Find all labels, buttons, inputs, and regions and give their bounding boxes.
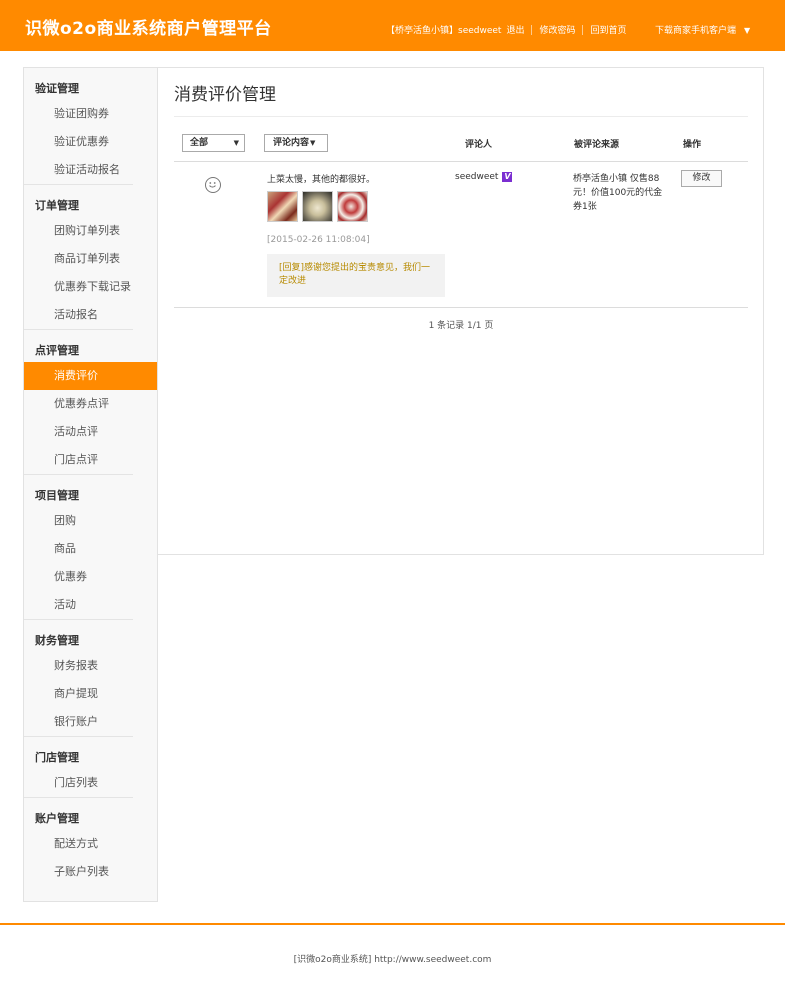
sidebar-item-coupon-downloads[interactable]: 优惠券下载记录 <box>24 273 157 301</box>
review-images <box>267 191 368 222</box>
sidebar-item-finance-report[interactable]: 财务报表 <box>24 652 157 680</box>
review-comment: 上菜太慢，其他的都很好。 <box>267 175 376 185</box>
sidebar-item-group-orders[interactable]: 团购订单列表 <box>24 217 157 245</box>
sidebar-item-products[interactable]: 商品 <box>24 535 157 563</box>
sidebar-item-events[interactable]: 活动 <box>24 591 157 619</box>
sidebar-group-orders: 订单管理 团购订单列表 商品订单列表 优惠券下载记录 活动报名 <box>24 197 133 330</box>
caret-down-icon: ▼ <box>233 139 239 147</box>
sidebar-item-verify-coupon[interactable]: 验证优惠券 <box>24 128 157 156</box>
filter-all-label: 全部 <box>190 138 209 148</box>
page-title: 消费评价管理 <box>174 85 276 105</box>
table-row: 上菜太慢，其他的都很好。 [2015-02-26 11:08:04] [回复]感… <box>174 163 748 308</box>
reviewer-name[interactable]: seedweet <box>455 172 498 182</box>
brand-title: 识微o2o商业系统商户管理平台 <box>25 19 272 39</box>
sidebar-group-projects: 项目管理 团购 商品 优惠券 活动 <box>24 487 133 620</box>
sidebar-group-stores: 门店管理 门店列表 <box>24 749 133 798</box>
shop-name: 【桥亭活鱼小镇】seedweet <box>386 26 502 36</box>
review-source[interactable]: 桥亭活鱼小镇 仅售88元！价值100元的代金券1张 <box>573 172 669 214</box>
edit-button[interactable]: 修改 <box>681 170 722 187</box>
home-link[interactable]: 回到首页 <box>590 23 626 36</box>
sidebar-group-account: 账户管理 配送方式 子账户列表 <box>24 810 133 886</box>
download-app-label: 下载商家手机客户端 <box>655 26 737 36</box>
main-panel: 消费评价管理 全部 ▼ 评论内容▼ 评论人 被评论来源 操作 上菜太慢，其他的都… <box>158 67 764 555</box>
divider <box>582 24 584 35</box>
sidebar-item-verify-group-coupon[interactable]: 验证团购券 <box>24 100 157 128</box>
smile-icon <box>205 177 221 193</box>
pagination: 1 条记录 1/1 页 <box>428 321 494 331</box>
change-password-link[interactable]: 修改密码 <box>539 23 575 36</box>
sidebar-group-verify: 验证管理 验证团购券 验证优惠券 验证活动报名 <box>24 80 133 185</box>
review-photo[interactable] <box>337 191 368 222</box>
sidebar-item-event-signup[interactable]: 活动报名 <box>24 301 157 329</box>
filter-content-label: 评论内容 <box>273 138 310 148</box>
footer-divider <box>0 923 785 925</box>
sidebar-item-bank-account[interactable]: 银行账户 <box>24 708 157 736</box>
divider <box>531 24 533 35</box>
top-links: 【桥亭活鱼小镇】seedweet 退出 修改密码 回到首页 <box>386 23 627 36</box>
sidebar-item-product-orders[interactable]: 商品订单列表 <box>24 245 157 273</box>
sidebar-item-sub-accounts[interactable]: 子账户列表 <box>24 858 157 886</box>
sidebar-group-title: 账户管理 <box>35 812 79 825</box>
sidebar-item-coupons[interactable]: 优惠券 <box>24 563 157 591</box>
sidebar-group-title: 门店管理 <box>35 751 79 764</box>
sidebar-item-store-reviews[interactable]: 门店点评 <box>24 446 157 474</box>
table-header: 全部 ▼ 评论内容▼ 评论人 被评论来源 操作 <box>174 130 748 162</box>
sidebar-group-title: 订单管理 <box>35 199 79 212</box>
sidebar-item-coupon-reviews[interactable]: 优惠券点评 <box>24 390 157 418</box>
sidebar-group-reviews: 点评管理 消费评价 优惠券点评 活动点评 门店点评 <box>24 342 157 475</box>
sidebar-item-store-list[interactable]: 门店列表 <box>24 769 157 797</box>
reviewer: seedweet V <box>455 172 513 182</box>
sidebar-item-group-buy[interactable]: 团购 <box>24 507 157 535</box>
column-header-source: 被评论来源 <box>574 140 620 150</box>
sidebar-group-title: 项目管理 <box>35 489 79 502</box>
review-photo[interactable] <box>302 191 333 222</box>
review-photo[interactable] <box>267 191 298 222</box>
sidebar-group-title: 验证管理 <box>35 82 79 95</box>
top-header: 识微o2o商业系统商户管理平台 【桥亭活鱼小镇】seedweet 退出 修改密码… <box>0 0 785 51</box>
divider <box>174 116 748 117</box>
sidebar-item-consumer-reviews[interactable]: 消费评价 <box>24 362 157 390</box>
caret-down-icon: ▼ <box>744 26 751 35</box>
filter-content-select[interactable]: 评论内容▼ <box>264 134 328 152</box>
sidebar-item-verify-event[interactable]: 验证活动报名 <box>24 156 157 184</box>
sidebar-item-event-reviews[interactable]: 活动点评 <box>24 418 157 446</box>
sidebar-group-finance: 财务管理 财务报表 商户提现 银行账户 <box>24 632 133 737</box>
sidebar-group-title: 点评管理 <box>35 344 79 357</box>
column-header-action: 操作 <box>683 140 702 150</box>
download-app-dropdown[interactable]: 下载商家手机客户端 ▼ <box>655 23 750 36</box>
column-header-reviewer: 评论人 <box>465 140 493 150</box>
review-time: [2015-02-26 11:08:04] <box>267 235 370 245</box>
sidebar: 验证管理 验证团购券 验证优惠券 验证活动报名 订单管理 团购订单列表 商品订单… <box>23 67 158 902</box>
footer-text: [识微o2o商业系统] http://www.seedweet.com <box>293 955 492 965</box>
sidebar-item-delivery[interactable]: 配送方式 <box>24 830 157 858</box>
sidebar-group-title: 财务管理 <box>35 634 79 647</box>
verified-badge-icon: V <box>502 172 513 182</box>
merchant-reply: [回复]感谢您提出的宝贵意见，我们一定改进 <box>267 254 445 297</box>
filter-all-select[interactable]: 全部 ▼ <box>182 134 245 152</box>
logout-link[interactable]: 退出 <box>506 23 524 36</box>
sidebar-item-withdraw[interactable]: 商户提现 <box>24 680 157 708</box>
caret-down-icon: ▼ <box>310 139 316 147</box>
